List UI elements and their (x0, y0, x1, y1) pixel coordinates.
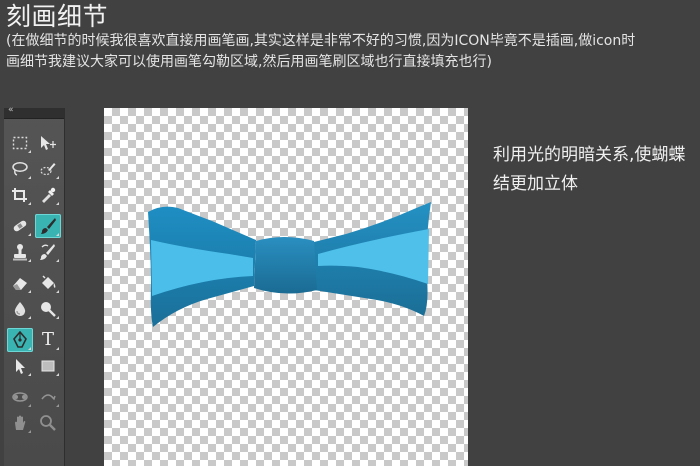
bandage-icon (13, 220, 27, 232)
side-note-line: 利用光的明暗关系,使蝴蝶 (493, 145, 686, 165)
document-canvas[interactable] (104, 108, 468, 466)
dodge-tool[interactable] (35, 297, 61, 321)
description-line: 画细节我建议大家可以使用画笔勾勒区域,然后用画笔刷区域也行直接填充也行) (6, 54, 492, 70)
pen-tool[interactable] (7, 328, 33, 352)
tools-panel: « T (4, 105, 65, 466)
marquee-tool[interactable] (7, 131, 33, 155)
path-selection-icon (16, 359, 25, 374)
magnifier-icon (40, 415, 56, 431)
marquee-icon (12, 136, 28, 150)
type-icon: T (41, 329, 54, 350)
lasso-icon (12, 162, 28, 176)
stamp-icon (13, 244, 27, 261)
crop-tool[interactable] (7, 183, 33, 207)
pen-icon (13, 331, 27, 348)
crop-icon (12, 188, 27, 202)
eyedropper-tool[interactable] (35, 183, 61, 207)
3d-orbit-tool[interactable] (35, 385, 61, 409)
path-selection-tool[interactable] (7, 354, 33, 378)
eraser-icon (13, 278, 27, 290)
eraser-tool[interactable] (7, 271, 33, 295)
rectangle-tool[interactable] (35, 354, 61, 378)
description-line: (在做细节的时候我很喜欢直接用画笔画,其实这样是非常不好的习惯,因为ICON毕竟… (6, 33, 636, 49)
brush-icon (41, 218, 56, 234)
blur-tool[interactable] (7, 297, 33, 321)
droplet-icon (14, 302, 26, 316)
side-note: 利用光的明暗关系,使蝴蝶 结更加立体 (493, 141, 693, 199)
3d-orbit-icon (41, 394, 56, 401)
side-note-line: 结更加立体 (493, 174, 578, 194)
tools-panel-header[interactable]: « (4, 105, 64, 119)
quick-selection-tool[interactable] (35, 157, 61, 181)
page-title: 刻画细节 (6, 2, 109, 31)
quick-selection-icon (40, 163, 56, 176)
paint-bucket-tool[interactable] (35, 271, 61, 295)
brush-tool[interactable] (35, 214, 61, 238)
zoom-tool[interactable] (35, 411, 61, 435)
move-icon (41, 136, 56, 150)
clone-stamp-tool[interactable] (7, 240, 33, 264)
eyedropper-icon (42, 187, 56, 203)
rectangle-icon (41, 360, 55, 372)
bow-tie-illustration (148, 202, 431, 327)
3d-rotate-tool[interactable] (7, 385, 33, 409)
healing-brush-tool[interactable] (7, 214, 33, 238)
lasso-tool[interactable] (7, 157, 33, 181)
3d-rotate-icon (12, 392, 28, 402)
tool-grid: T (7, 131, 63, 437)
move-tool[interactable] (35, 131, 61, 155)
hand-tool[interactable] (7, 411, 33, 435)
collapse-icon[interactable]: « (8, 105, 13, 115)
description: (在做细节的时候我很喜欢直接用画笔画,其实这样是非常不好的习惯,因为ICON毕竟… (6, 31, 696, 73)
dodge-icon (41, 302, 56, 317)
history-brush-icon (40, 244, 55, 260)
center-knot (254, 237, 317, 294)
history-brush-tool[interactable] (35, 240, 61, 264)
type-tool[interactable]: T (35, 328, 61, 352)
paint-bucket-icon (42, 275, 56, 289)
hand-icon (15, 415, 26, 430)
